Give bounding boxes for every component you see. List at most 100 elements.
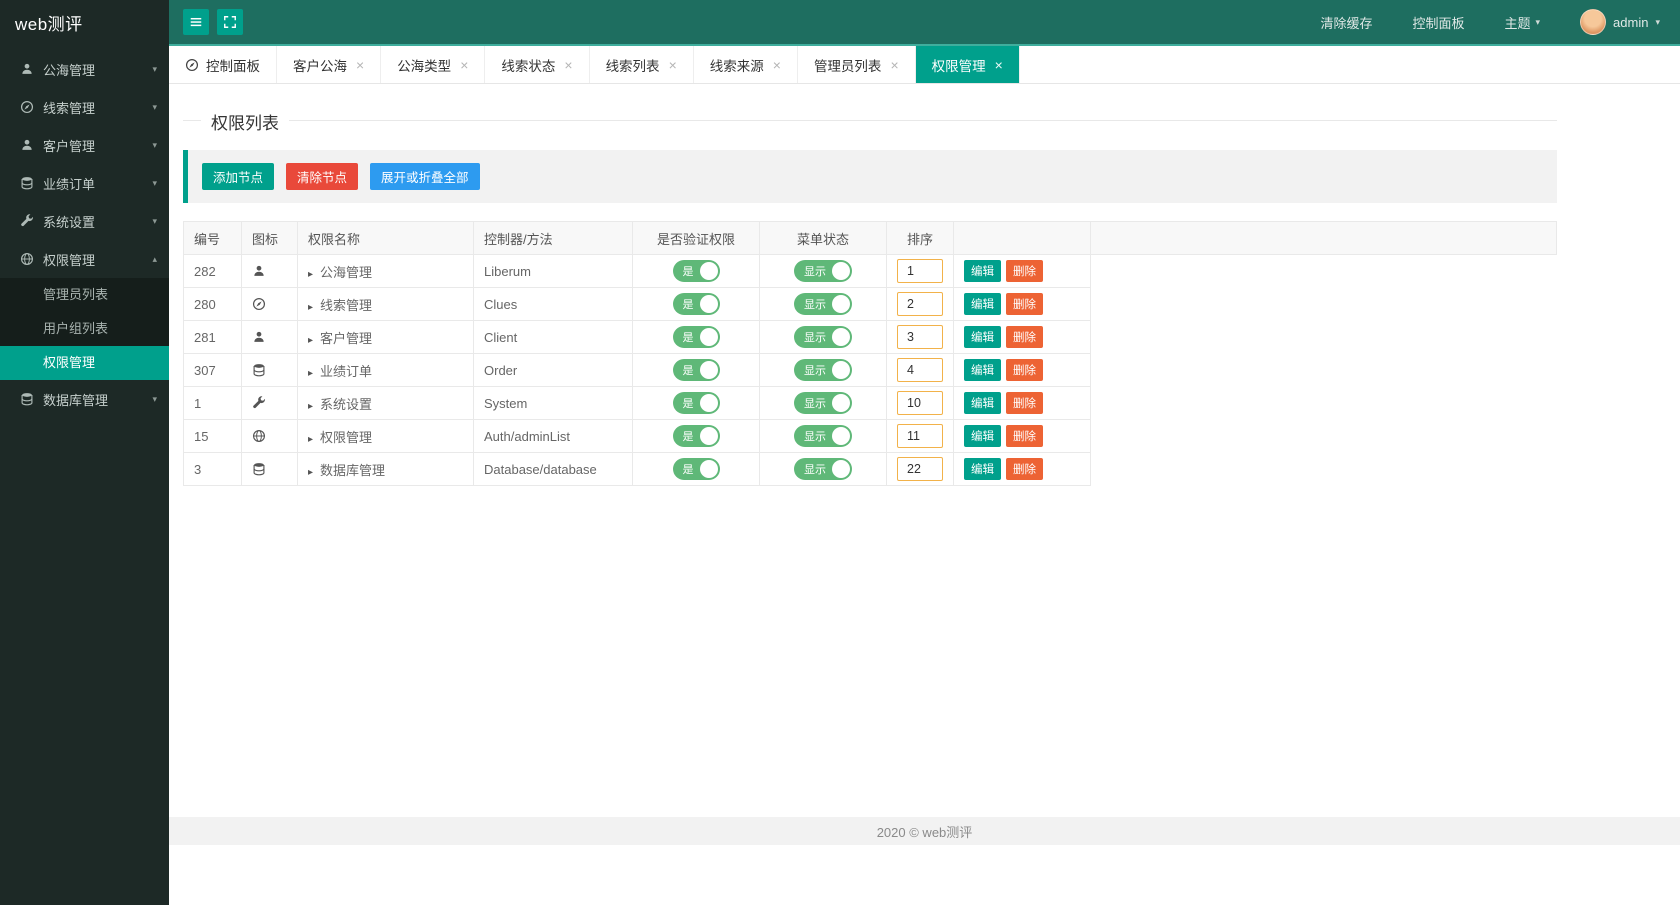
close-icon[interactable]: × bbox=[460, 57, 468, 73]
close-icon[interactable]: × bbox=[669, 57, 677, 73]
menu-state-toggle[interactable]: 显示 bbox=[794, 425, 852, 447]
auth-toggle[interactable]: 是 bbox=[672, 425, 720, 447]
delete-button[interactable]: 删除 bbox=[1006, 359, 1043, 381]
perm-id: 1 bbox=[183, 386, 242, 420]
sort-input[interactable] bbox=[897, 292, 943, 316]
chevron-down-icon: ▾ bbox=[1655, 16, 1660, 27]
toolbar: 添加节点 清除节点 展开或折叠全部 bbox=[183, 150, 1557, 203]
tree-caret-icon[interactable]: ▸ bbox=[308, 467, 313, 478]
tree-caret-icon[interactable]: ▸ bbox=[308, 335, 313, 346]
edit-button[interactable]: 编辑 bbox=[964, 392, 1001, 414]
tab-permissions[interactable]: 权限管理 × bbox=[915, 46, 1020, 83]
sidebar-item-orders[interactable]: 业绩订单 ▾ bbox=[0, 164, 169, 202]
perm-name: 权限管理 bbox=[320, 429, 373, 445]
auth-toggle[interactable]: 是 bbox=[672, 392, 720, 414]
auth-toggle[interactable]: 是 bbox=[672, 458, 720, 480]
collapse-menu-button[interactable] bbox=[183, 9, 209, 35]
user-icon bbox=[252, 330, 266, 344]
tab-dashboard[interactable]: 控制面板 bbox=[169, 46, 277, 83]
expand-collapse-button[interactable]: 展开或折叠全部 bbox=[370, 163, 480, 190]
sort-input[interactable] bbox=[897, 259, 943, 283]
sidebar-item-user-groups[interactable]: 用户组列表 bbox=[0, 312, 169, 346]
menu-state-toggle[interactable]: 显示 bbox=[794, 260, 852, 282]
tab-customer-pool[interactable]: 客户公海 × bbox=[277, 46, 382, 83]
sort-input[interactable] bbox=[897, 457, 943, 481]
edit-button[interactable]: 编辑 bbox=[964, 425, 1001, 447]
tab-clue-source[interactable]: 线索来源 × bbox=[694, 46, 798, 83]
menu-state-toggle[interactable]: 显示 bbox=[794, 392, 852, 414]
database-icon bbox=[252, 462, 266, 476]
chevron-down-icon: ▾ bbox=[1535, 16, 1541, 27]
chevron-down-icon: ▾ bbox=[152, 63, 157, 74]
chevron-down-icon: ▾ bbox=[152, 139, 157, 150]
avatar bbox=[1580, 9, 1607, 35]
add-node-button[interactable]: 添加节点 bbox=[202, 163, 275, 190]
close-icon[interactable]: × bbox=[564, 57, 572, 73]
perm-controller: Database/database bbox=[473, 452, 633, 486]
close-icon[interactable]: × bbox=[890, 57, 898, 73]
bottom-gap bbox=[169, 845, 1680, 905]
table-row: 282 ▸ 公海管理 Liberum 是 显示 编辑删除 bbox=[183, 254, 1557, 288]
menu-state-toggle[interactable]: 显示 bbox=[794, 359, 852, 381]
close-icon[interactable]: × bbox=[995, 57, 1003, 73]
tab-pool-type[interactable]: 公海类型 × bbox=[381, 46, 486, 83]
fullscreen-button[interactable] bbox=[217, 9, 243, 35]
delete-button[interactable]: 删除 bbox=[1006, 392, 1043, 414]
tree-caret-icon[interactable]: ▸ bbox=[308, 368, 313, 379]
delete-button[interactable]: 删除 bbox=[1006, 293, 1043, 315]
title-divider bbox=[183, 120, 1557, 121]
user-menu[interactable]: admin ▾ bbox=[1580, 9, 1660, 35]
edit-button[interactable]: 编辑 bbox=[964, 326, 1001, 348]
table-row: 15 ▸ 权限管理 Auth/adminList 是 显示 编辑删除 bbox=[183, 419, 1557, 453]
edit-button[interactable]: 编辑 bbox=[964, 458, 1001, 480]
spacer-cell bbox=[1091, 354, 1557, 387]
delete-button[interactable]: 删除 bbox=[1006, 326, 1043, 348]
chevron-down-icon: ▾ bbox=[152, 101, 157, 112]
sidebar-item-auth[interactable]: 权限管理 ▴ bbox=[0, 240, 169, 278]
close-icon[interactable]: × bbox=[356, 57, 364, 73]
table-row: 281 ▸ 客户管理 Client 是 显示 编辑删除 bbox=[183, 320, 1557, 354]
delete-button[interactable]: 删除 bbox=[1006, 425, 1043, 447]
sort-input[interactable] bbox=[897, 424, 943, 448]
menu-state-toggle[interactable]: 显示 bbox=[794, 458, 852, 480]
tree-caret-icon[interactable]: ▸ bbox=[308, 302, 313, 313]
clear-cache-link[interactable]: 清除缓存 bbox=[1320, 13, 1372, 32]
sort-input[interactable] bbox=[897, 391, 943, 415]
col-header-auth: 是否验证权限 bbox=[632, 221, 760, 255]
delete-button[interactable]: 删除 bbox=[1006, 458, 1043, 480]
auth-toggle[interactable]: 是 bbox=[672, 326, 720, 348]
edit-button[interactable]: 编辑 bbox=[964, 359, 1001, 381]
user-icon bbox=[252, 264, 266, 278]
globe-icon bbox=[252, 429, 266, 443]
clear-node-button[interactable]: 清除节点 bbox=[286, 163, 359, 190]
tree-caret-icon[interactable]: ▸ bbox=[308, 269, 313, 280]
perm-icon-cell bbox=[241, 353, 298, 387]
menu-state-toggle[interactable]: 显示 bbox=[794, 293, 852, 315]
tree-caret-icon[interactable]: ▸ bbox=[308, 401, 313, 412]
sort-input[interactable] bbox=[897, 325, 943, 349]
edit-button[interactable]: 编辑 bbox=[964, 260, 1001, 282]
sidebar-item-permissions[interactable]: 权限管理 bbox=[0, 346, 169, 380]
sidebar-item-settings[interactable]: 系统设置 ▾ bbox=[0, 202, 169, 240]
sidebar-item-pool[interactable]: 公海管理 ▾ bbox=[0, 50, 169, 88]
sidebar-item-admin-list[interactable]: 管理员列表 bbox=[0, 278, 169, 312]
theme-dropdown[interactable]: 主题 ▾ bbox=[1505, 13, 1541, 32]
copyright-text: 2020 © web测评 bbox=[876, 824, 973, 840]
perm-controller: Order bbox=[473, 353, 633, 387]
control-panel-link[interactable]: 控制面板 bbox=[1412, 13, 1464, 32]
sidebar-item-database[interactable]: 数据库管理 ▾ bbox=[0, 380, 169, 418]
delete-button[interactable]: 删除 bbox=[1006, 260, 1043, 282]
tab-clue-list[interactable]: 线索列表 × bbox=[590, 46, 694, 83]
sort-input[interactable] bbox=[897, 358, 943, 382]
tab-admin-list[interactable]: 管理员列表 × bbox=[798, 46, 916, 83]
sidebar-item-clients[interactable]: 客户管理 ▾ bbox=[0, 126, 169, 164]
sidebar-item-clues[interactable]: 线索管理 ▾ bbox=[0, 88, 169, 126]
auth-toggle[interactable]: 是 bbox=[672, 293, 720, 315]
tab-clue-status[interactable]: 线索状态 × bbox=[485, 46, 590, 83]
menu-state-toggle[interactable]: 显示 bbox=[794, 326, 852, 348]
auth-toggle[interactable]: 是 bbox=[672, 359, 720, 381]
tree-caret-icon[interactable]: ▸ bbox=[308, 434, 313, 445]
auth-toggle[interactable]: 是 bbox=[672, 260, 720, 282]
close-icon[interactable]: × bbox=[773, 57, 781, 73]
edit-button[interactable]: 编辑 bbox=[964, 293, 1001, 315]
